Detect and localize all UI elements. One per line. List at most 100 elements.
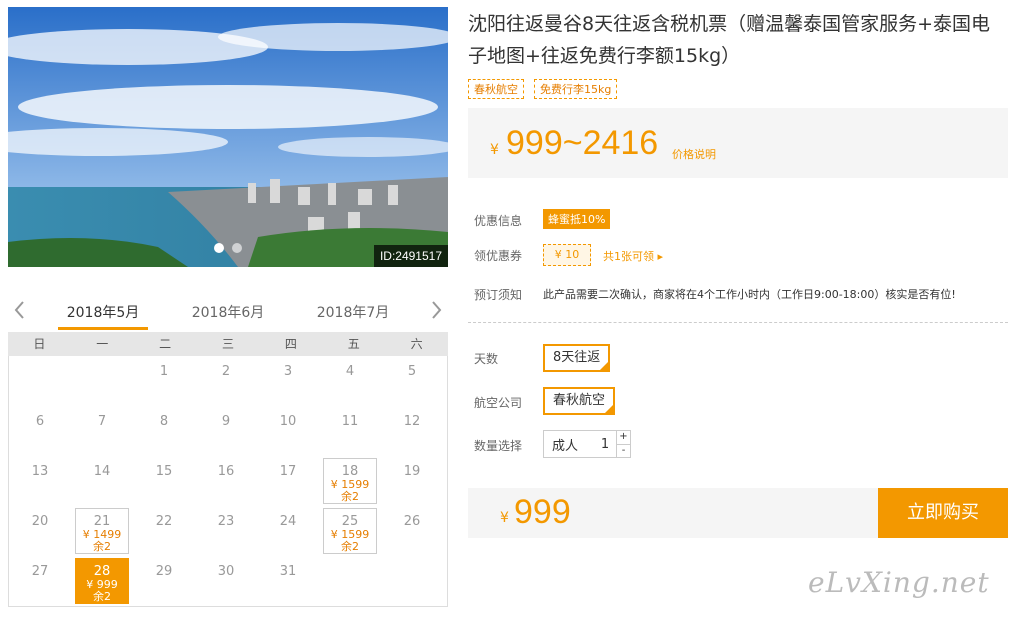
calendar-day-number: 28	[93, 564, 111, 579]
tab-month-2[interactable]: 2018年6月	[168, 302, 288, 322]
airline-label: 航空公司	[474, 396, 523, 410]
calendar-day-number: 10	[279, 414, 297, 429]
calendar-day-remaining: 余2	[341, 540, 359, 553]
calendar-day: 5	[381, 356, 443, 406]
weekday-label: 一	[96, 337, 109, 351]
calendar-day: 15	[133, 456, 195, 506]
calendar-day: 11	[319, 406, 381, 456]
promo-label: 优惠信息	[474, 214, 523, 228]
calendar-day-remaining: 余2	[341, 490, 359, 503]
calendar-day: 12	[381, 406, 443, 456]
weekday-label: 日	[33, 337, 46, 351]
calendar-day: 30	[195, 556, 257, 606]
price-range: 999~2416	[506, 124, 659, 162]
days-option-selected[interactable]: 8天往返	[543, 344, 611, 372]
tag-airline: 春秋航空	[468, 79, 524, 99]
site-watermark: eLvXing.net	[808, 566, 990, 599]
calendar-day: 22	[133, 506, 195, 556]
carousel-dot-2[interactable]	[232, 243, 242, 253]
calendar-day[interactable]: 28 ¥ 999 余2	[71, 556, 133, 606]
section-divider	[468, 322, 1008, 323]
calendar-day: 13	[9, 456, 71, 506]
coupon-claim-link[interactable]: 共1张可领 ▸	[603, 248, 663, 264]
calendar-day-number: 22	[155, 514, 173, 529]
photo-id-label: ID:2491517	[373, 245, 448, 267]
calendar-day: 7	[71, 406, 133, 456]
calendar-day-number: 7	[97, 414, 107, 429]
calendar-day[interactable]: 21 ¥ 1499 余2	[71, 506, 133, 556]
calendar-day-number: 2	[221, 364, 231, 379]
quantity-label: 数量选择	[474, 439, 523, 453]
calendar-day: 9	[195, 406, 257, 456]
quantity-buttons: + -	[616, 431, 630, 457]
days-label: 天数	[474, 352, 499, 366]
coupon-ticket[interactable]: ¥ 10	[543, 244, 591, 266]
calendar-day: 14	[71, 456, 133, 506]
calendar-day-number: 15	[155, 464, 173, 479]
calendar-day-number: 9	[221, 414, 231, 429]
calendar-empty-cell	[71, 356, 133, 406]
calendar-day-number: 3	[283, 364, 293, 379]
calendar-day: 26	[381, 506, 443, 556]
calendar-day: 16	[195, 456, 257, 506]
calendar-day-number: 26	[403, 514, 421, 529]
quantity-type: 成人	[552, 438, 579, 454]
weekday-label: 六	[410, 337, 423, 351]
buy-currency: ¥	[500, 510, 509, 526]
airline-option-selected[interactable]: 春秋航空	[543, 387, 616, 415]
calendar-day-number: 17	[279, 464, 297, 479]
tab-month-1[interactable]: 2018年5月	[43, 302, 163, 322]
tab-month-3[interactable]: 2018年7月	[293, 302, 413, 322]
quantity-minus-button[interactable]: -	[617, 444, 630, 457]
buy-price: 999	[514, 493, 571, 531]
product-tags: 春秋航空 免费行李15kg	[468, 79, 618, 99]
calendar-month-nav: 2018年5月 2018年6月 2018年7月	[8, 292, 448, 332]
calendar-day: 24	[257, 506, 319, 556]
calendar-day: 6	[9, 406, 71, 456]
carousel-dot-1[interactable]	[214, 243, 224, 253]
calendar-day[interactable]: 25 ¥ 1599 余2	[319, 506, 381, 556]
calendar-day: 27	[9, 556, 71, 606]
active-month-indicator	[58, 327, 148, 330]
calendar-day: 29	[133, 556, 195, 606]
calendar-day-number: 18	[341, 464, 359, 479]
calendar-day-number: 25	[341, 514, 359, 529]
carousel-dots	[214, 243, 242, 253]
calendar-day[interactable]: 18 ¥ 1599 余2	[319, 456, 381, 506]
product-photo[interactable]: ID:2491517	[8, 7, 448, 267]
calendar-day-number: 4	[345, 364, 355, 379]
calendar-day: 31	[257, 556, 319, 606]
calendar-day: 19	[381, 456, 443, 506]
calendar-day-remaining: 余2	[93, 590, 111, 603]
chevron-left-icon[interactable]	[10, 298, 30, 322]
quantity-plus-button[interactable]: +	[617, 431, 630, 444]
calendar-day: 2	[195, 356, 257, 406]
calendar-day-number: 19	[403, 464, 421, 479]
purchase-bar: ¥ 999 立即购买	[468, 488, 1008, 538]
calendar-day-number: 27	[31, 564, 49, 579]
calendar-day: 20	[9, 506, 71, 556]
calendar-day-number: 21	[93, 514, 111, 529]
calendar-day-number: 30	[217, 564, 235, 579]
quantity-value[interactable]: 1	[594, 437, 616, 452]
calendar-empty-cell	[9, 356, 71, 406]
calendar-day: 8	[133, 406, 195, 456]
price-explanation-link[interactable]: 价格说明	[672, 146, 716, 162]
tag-baggage: 免费行李15kg	[534, 79, 618, 99]
weekday-label: 三	[221, 337, 234, 351]
weekday-header: 日 一 二 三 四 五 六	[8, 332, 448, 356]
quantity-stepper: 成人 1 + -	[543, 430, 631, 458]
calendar-day: 17	[257, 456, 319, 506]
weekday-label: 五	[347, 337, 360, 351]
calendar-day-number: 1	[159, 364, 169, 379]
calendar-day-number: 14	[93, 464, 111, 479]
calendar-day-number: 29	[155, 564, 173, 579]
weekday-label: 二	[159, 337, 172, 351]
calendar-day-number: 13	[31, 464, 49, 479]
calendar-day-number: 5	[407, 364, 417, 379]
calendar-day-number: 6	[35, 414, 45, 429]
chevron-right-icon[interactable]	[426, 298, 446, 322]
weekday-label: 四	[284, 337, 297, 351]
price-calendar: 2018年5月 2018年6月 2018年7月 日 一 二 三 四 五 六 12…	[8, 292, 448, 607]
buy-now-button[interactable]: 立即购买	[878, 488, 1008, 538]
